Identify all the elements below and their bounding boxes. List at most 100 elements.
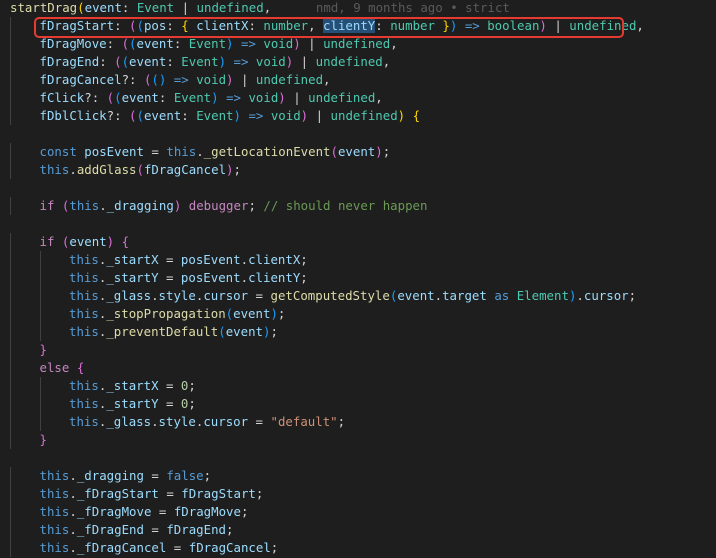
code-token: ; (300, 252, 308, 267)
code-token: Event (173, 90, 212, 105)
code-line[interactable]: fDragStart: ((pos: { clientX: number, cl… (0, 17, 716, 35)
code-token: => (240, 108, 271, 123)
code-token: cursor (203, 288, 249, 303)
code-token: = (158, 378, 181, 393)
code-line[interactable]: fDragEnd: ((event: Event) => void) | und… (0, 53, 716, 71)
code-token: . (69, 504, 77, 519)
code-token: this (69, 198, 100, 213)
code-token: void (196, 72, 227, 87)
code-line[interactable]: this._glass.style.cursor = "default"; (0, 413, 716, 431)
code-line[interactable]: this._fDragCancel = fDragCancel; (0, 539, 716, 557)
code-line[interactable]: this._preventDefault(event); (0, 323, 716, 341)
code-line[interactable]: fClick?: ((event: Event) => void) | unde… (0, 89, 716, 107)
code-line[interactable]: this.addGlass(fDragCancel); (0, 161, 716, 179)
code-token: cursor (583, 288, 629, 303)
code-token: | (174, 0, 197, 15)
code-token: ( (77, 0, 85, 15)
code-line[interactable]: startDrag(event: Event | undefined, nmd,… (0, 0, 716, 17)
code-token: ) (270, 306, 278, 321)
code-line[interactable] (0, 215, 716, 233)
code-token: clientX (196, 18, 249, 33)
code-line[interactable]: if (event) { (0, 233, 716, 251)
indent-guide (10, 251, 11, 269)
code-line[interactable]: this._fDragEnd = fDragEnd; (0, 521, 716, 539)
code-line-content: this._startX = 0; (69, 377, 196, 395)
code-line[interactable] (0, 125, 716, 143)
code-line-content: else { (40, 359, 85, 377)
code-token: ; (270, 324, 278, 339)
code-token: . (196, 144, 204, 159)
code-token: this (39, 468, 70, 483)
code-token: ( (218, 324, 226, 339)
code-line[interactable]: else { (0, 359, 716, 377)
code-token: . (151, 288, 159, 303)
code-line[interactable]: this._startX = 0; (0, 377, 716, 395)
code-line[interactable] (0, 179, 716, 197)
code-token: _startY (106, 270, 159, 285)
code-line-content: this._stopPropagation(event); (69, 305, 285, 323)
code-token: event (129, 54, 167, 69)
code-line[interactable]: this._dragging = false; (0, 467, 716, 485)
code-token: event (143, 108, 182, 123)
code-line-content: } (40, 431, 47, 449)
code-token: this (39, 486, 70, 501)
code-token: : (158, 90, 174, 105)
code-token: style (158, 414, 196, 429)
code-line-content: fDragStart: ((pos: { clientX: number, cl… (40, 17, 644, 35)
code-line[interactable]: fDblClick?: ((event: Event) => void) | u… (0, 107, 716, 125)
code-token: fDragCancel (39, 72, 122, 87)
code-line[interactable]: this._fDragMove = fDragMove; (0, 503, 716, 521)
code-editor[interactable]: startDrag(event: Event | undefined, nmd,… (0, 0, 716, 558)
code-line[interactable]: const posEvent = this._getLocationEvent(… (0, 143, 716, 161)
code-token: } (39, 432, 47, 447)
code-token: . (69, 162, 77, 177)
code-line[interactable]: this._fDragStart = fDragStart; (0, 485, 716, 503)
code-token: as (494, 288, 510, 303)
code-line-content: fDblClick?: ((event: Event) => void) | u… (40, 107, 421, 125)
code-token: ) (293, 36, 301, 51)
code-token: ; (255, 486, 264, 501)
code-token: _fDragStart (76, 486, 159, 501)
code-token: ) (233, 108, 241, 123)
code-line[interactable]: } (0, 341, 716, 359)
code-token: target (442, 288, 487, 303)
code-token: = (158, 396, 181, 411)
code-token: ) (226, 36, 234, 51)
code-line[interactable] (0, 449, 716, 467)
code-token: ?: (84, 90, 107, 105)
code-token: = (158, 252, 181, 267)
code-token: ; (248, 198, 264, 213)
code-token: => (166, 72, 197, 87)
code-token: this (166, 144, 197, 159)
code-line[interactable]: this._startY = posEvent.clientY; (0, 269, 716, 287)
code-token: ( (136, 162, 144, 177)
code-token: ( (121, 36, 130, 51)
code-line[interactable]: fDragCancel?: (() => void) | undefined, (0, 71, 716, 89)
code-line[interactable]: this._startY = 0; (0, 395, 716, 413)
code-token: this (69, 414, 99, 429)
code-line-content: fDragEnd: ((event: Event) => void) | und… (40, 53, 391, 71)
code-token: . (99, 198, 107, 213)
indent-guide (10, 323, 11, 341)
code-line[interactable]: } (0, 431, 716, 449)
code-token: this (69, 270, 99, 285)
code-token: event (233, 306, 271, 321)
git-blame-annotation: nmd, 9 months ago • strict (271, 0, 510, 15)
code-token: ; (188, 396, 196, 411)
code-token: _dragging (106, 198, 174, 213)
code-line[interactable]: this._startX = posEvent.clientX; (0, 251, 716, 269)
code-line[interactable]: this._glass.style.cursor = getComputedSt… (0, 287, 716, 305)
code-line[interactable]: fDragMove: ((event: Event) => void) | un… (0, 35, 716, 53)
code-token: ; (270, 540, 279, 555)
code-line[interactable]: this._stopPropagation(event); (0, 305, 716, 323)
code-token: ; (203, 468, 212, 483)
code-token: ; (277, 306, 286, 321)
code-token: if (39, 198, 55, 213)
code-token: => (457, 18, 488, 33)
code-line-content: fClick?: ((event: Event) => void) | unde… (40, 89, 383, 107)
code-token: ) (278, 90, 286, 105)
code-token: . (69, 540, 77, 555)
code-line[interactable]: if (this._dragging) debugger; // should … (0, 197, 716, 215)
